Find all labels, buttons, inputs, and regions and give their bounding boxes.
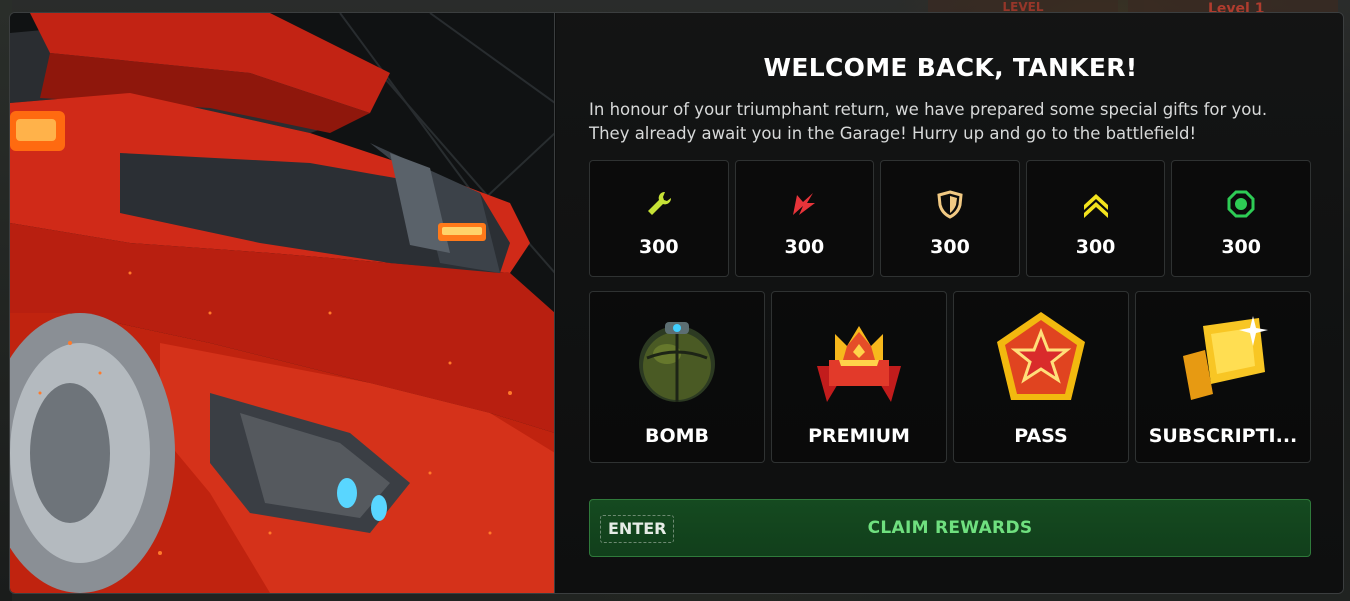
bomb-icon: [639, 322, 715, 402]
reward-label: BOMB: [644, 425, 710, 447]
double-armor-icon: [937, 190, 963, 219]
reward-label: PASS: [1014, 425, 1068, 447]
description-line-1: In honour of your triumphant return, we …: [589, 100, 1268, 119]
item-rewards: BOMB PREMIUM PASS SUBSCRIPTI...: [589, 291, 1311, 463]
reward-value: 300: [1221, 236, 1261, 258]
dialog-title: WELCOME BACK, TANKER!: [763, 53, 1138, 82]
reward-value: 300: [784, 236, 825, 258]
mine-icon: [1227, 190, 1255, 218]
claim-rewards-button[interactable]: ENTER CLAIM REWARDS: [589, 499, 1311, 557]
claim-rewards-label: CLAIM REWARDS: [867, 518, 1033, 538]
reward-mine: 300: [1171, 160, 1311, 277]
reward-value: 300: [1075, 236, 1116, 258]
reward-label: SUBSCRIPTI...: [1148, 425, 1298, 447]
reward-double-armor: 300: [880, 160, 1020, 277]
speed-boost-icon: [1083, 194, 1108, 218]
reward-value: 300: [930, 236, 970, 258]
resource-rewards: 300 300 300 300 300: [589, 160, 1311, 277]
reward-bomb: BOMB: [589, 291, 765, 463]
description-line-2: They already await you in the Garage! Hu…: [589, 124, 1197, 143]
reward-premium: PREMIUM: [771, 291, 947, 463]
reward-label: PREMIUM: [808, 425, 910, 447]
repair-kit-icon: [647, 191, 671, 215]
premium-crown-icon: [817, 326, 901, 402]
reward-pass: PASS: [953, 291, 1129, 463]
dialog-description: In honour of your triumphant return, we …: [589, 98, 1329, 146]
pass-star-icon: [997, 312, 1085, 400]
reward-subscription: SUBSCRIPTI...: [1135, 291, 1311, 463]
dialog-content: WELCOME BACK, TANKER! In honour of your …: [556, 13, 1343, 593]
reward-repair-kit: 300: [589, 160, 729, 277]
reward-double-damage: 300: [734, 160, 875, 277]
reward-speed-boost: 300: [1025, 160, 1166, 277]
subscription-crystal-icon: [1183, 316, 1268, 400]
welcome-back-dialog: WELCOME BACK, TANKER! In honour of your …: [9, 12, 1344, 594]
double-damage-icon: [793, 193, 816, 215]
reward-value: 300: [638, 236, 679, 258]
tank-illustration: [10, 13, 555, 593]
